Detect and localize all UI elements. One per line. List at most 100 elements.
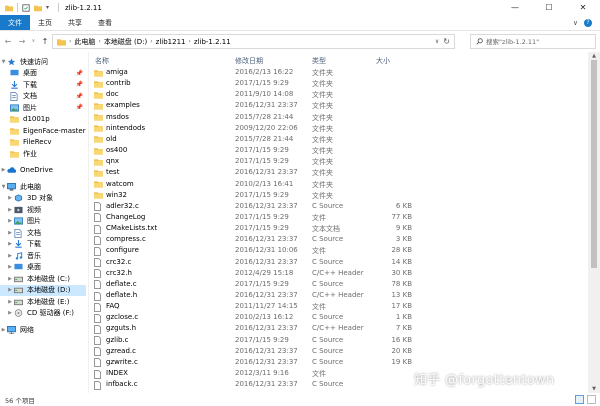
customize-toolbar-icon[interactable]: ▾ [46, 4, 54, 12]
chevron-right-icon[interactable]: ▶ [0, 207, 14, 213]
sidebar-item-pc-7[interactable]: ▶ 本地磁盘 (C:) [0, 273, 86, 285]
sidebar-item-pc-1[interactable]: ▶ 视频 [0, 204, 86, 216]
folder-row[interactable]: old 2015/7/28 21:44 文件夹 [90, 134, 420, 145]
file-row[interactable]: gzguts.h 2016/12/31 23:37 C/C++ Header 7 KB [90, 323, 420, 334]
tab-view[interactable]: 查看 [90, 15, 120, 30]
chevron-right-icon[interactable]: ▶ [0, 310, 14, 316]
sidebar-item-pc-8[interactable]: ▶ 本地磁盘 (D:) [0, 284, 86, 296]
breadcrumb-this-pc[interactable]: 此电脑 [74, 37, 95, 47]
breadcrumb-zlib1211[interactable]: zlib1211 [156, 38, 186, 46]
file-row[interactable]: crc32.h 2012/4/29 15:18 C/C++ Header 30 KB [90, 268, 420, 279]
sidebar-item-pc-4[interactable]: ▶ 下载 [0, 239, 86, 251]
address-dropdown-icon[interactable]: ∨ [435, 38, 439, 45]
folder-row[interactable]: os400 2017/1/15 9:29 文件夹 [90, 145, 420, 156]
sidebar-item-quick-0[interactable]: 桌面 📌 [0, 68, 86, 80]
tab-share[interactable]: 共享 [60, 15, 90, 30]
vertical-scrollbar[interactable]: ▲ ▼ [588, 52, 600, 393]
folder-row[interactable]: test 2016/12/31 23:37 文件夹 [90, 167, 420, 178]
close-button[interactable]: ✕ [566, 0, 600, 15]
sidebar-this-pc[interactable]: ▼ 此电脑 [0, 181, 86, 193]
sidebar-item-pc-6[interactable]: ▶ 桌面 [0, 262, 86, 274]
column-header-name[interactable]: 名称 [95, 56, 109, 66]
chevron-right-icon[interactable]: ▶ [0, 276, 14, 282]
new-folder-icon[interactable] [34, 4, 42, 12]
pin-icon[interactable]: 📌 [76, 104, 83, 111]
up-arrow-icon[interactable]: ↑ [39, 33, 51, 49]
maximize-button[interactable]: ☐ [532, 0, 566, 15]
recent-locations-icon[interactable]: ∨ [30, 33, 37, 49]
scrollbar-thumb[interactable] [591, 60, 597, 268]
chevron-right-icon[interactable]: ▶ [0, 327, 7, 333]
file-row[interactable]: INDEX 2012/3/11 9:16 文件 [90, 368, 420, 379]
forward-arrow-icon[interactable]: → [16, 33, 28, 49]
sidebar-onedrive[interactable]: ▶ OneDrive [0, 165, 86, 177]
search-box[interactable] [470, 34, 596, 49]
column-header-date[interactable]: 修改日期 [235, 56, 263, 66]
folder-row[interactable]: contrib 2017/1/15 9:29 文件夹 [90, 78, 420, 89]
folder-row[interactable]: win32 2017/1/15 9:29 文件夹 [90, 190, 420, 201]
pin-icon[interactable]: 📌 [76, 70, 83, 77]
chevron-right-icon[interactable]: ▶ [0, 253, 14, 259]
sidebar-item-quick-2[interactable]: 文档 📌 [0, 91, 86, 103]
file-row[interactable]: gzwrite.c 2016/12/31 23:37 C Source 19 KB [90, 357, 420, 368]
scroll-up-icon[interactable]: ▲ [588, 52, 600, 60]
chevron-right-icon[interactable]: ▶ [0, 241, 14, 247]
sidebar-item-pc-0[interactable]: ▶ 3D 对象 [0, 193, 86, 205]
sidebar-item-quick-4[interactable]: d1001p [0, 114, 86, 126]
sidebar-item-pc-3[interactable]: ▶ 文档 [0, 227, 86, 239]
properties-icon[interactable] [22, 3, 30, 12]
folder-row[interactable]: amiga 2016/2/13 16:22 文件夹 [90, 67, 420, 78]
file-row[interactable]: deflate.h 2016/12/31 23:37 C/C++ Header 13 … [90, 290, 420, 301]
expand-ribbon-icon[interactable]: ∨ [573, 19, 578, 27]
chevron-right-icon[interactable]: ▶ [0, 299, 14, 305]
pin-icon[interactable]: 📌 [76, 93, 83, 100]
breadcrumb-zlib-1-2-11[interactable]: zlib-1.2.11 [194, 38, 231, 46]
column-header-size[interactable]: 大小 [376, 56, 390, 66]
chevron-right-icon[interactable]: ▶ [0, 264, 14, 270]
help-icon[interactable]: ? [584, 18, 592, 27]
file-row[interactable]: compress.c 2016/12/31 23:37 C Source 3 KB [90, 234, 420, 245]
file-row[interactable]: FAQ 2011/11/27 14:15 文件 17 KB [90, 301, 420, 312]
tab-home[interactable]: 主页 [30, 15, 60, 30]
sidebar-item-pc-10[interactable]: ▶ CD 驱动器 (F:) [0, 308, 86, 320]
minimize-button[interactable]: — [498, 0, 532, 15]
chevron-down-icon[interactable]: ▼ [0, 184, 7, 190]
breadcrumb-drive-d[interactable]: 本地磁盘 (D:) [104, 37, 147, 47]
file-row[interactable]: ChangeLog 2017/1/15 9:29 文件 77 KB [90, 212, 420, 223]
sidebar-item-pc-2[interactable]: ▶ 图片 [0, 216, 86, 228]
sidebar-item-quick-7[interactable]: 作业 [0, 148, 86, 160]
folder-row[interactable]: examples 2016/12/31 23:37 文件夹 [90, 100, 420, 111]
file-row[interactable]: CMakeLists.txt 2017/1/15 9:29 文本文档 9 KB [90, 223, 420, 234]
sidebar-item-quick-1[interactable]: 下载 📌 [0, 79, 86, 91]
large-icons-view-icon[interactable] [587, 395, 596, 404]
pane-divider[interactable] [88, 52, 89, 393]
folder-row[interactable]: nintendods 2009/12/20 22:06 文件夹 [90, 123, 420, 134]
folder-row[interactable]: msdos 2015/7/28 21:44 文件夹 [90, 112, 420, 123]
file-row[interactable]: configure 2016/12/31 10:06 文件 28 KB [90, 245, 420, 256]
sidebar-item-pc-5[interactable]: ▶ 音乐 [0, 250, 86, 262]
tab-file[interactable]: 文件 [0, 15, 30, 30]
address-bar[interactable]: › 此电脑 › 本地磁盘 (D:) › zlib1211 › zlib-1.2.… [52, 34, 455, 49]
back-arrow-icon[interactable]: ← [2, 33, 14, 49]
folder-row[interactable]: doc 2011/9/10 14:08 文件夹 [90, 89, 420, 100]
file-row[interactable]: gzread.c 2016/12/31 23:37 C Source 20 KB [90, 346, 420, 357]
search-input[interactable] [486, 37, 586, 46]
file-row[interactable]: gzlib.c 2017/1/15 9:29 C Source 16 KB [90, 335, 420, 346]
sidebar-item-quick-3[interactable]: 图片 📌 [0, 102, 86, 114]
chevron-down-icon[interactable]: ▼ [0, 59, 7, 65]
folder-row[interactable]: qnx 2017/1/15 9:29 文件夹 [90, 156, 420, 167]
chevron-right-icon[interactable]: ▶ [0, 167, 7, 173]
column-header-type[interactable]: 类型 [312, 56, 326, 66]
file-row[interactable]: gzclose.c 2010/2/13 16:12 C Source 1 KB [90, 312, 420, 323]
sidebar-item-quick-6[interactable]: FileRecv [0, 137, 86, 149]
chevron-right-icon[interactable]: ▶ [0, 218, 14, 224]
file-row[interactable]: deflate.c 2017/1/15 9:29 C Source 78 KB [90, 279, 420, 290]
details-view-icon[interactable] [575, 395, 584, 404]
pin-icon[interactable]: 📌 [76, 81, 83, 88]
file-row[interactable]: adler32.c 2016/12/31 23:37 C Source 6 KB [90, 201, 420, 212]
chevron-right-icon[interactable]: ▶ [0, 195, 14, 201]
sidebar-item-pc-9[interactable]: ▶ 本地磁盘 (E:) [0, 296, 86, 308]
sidebar-item-quick-5[interactable]: EigenFace-master [0, 125, 86, 137]
scroll-down-icon[interactable]: ▼ [588, 385, 600, 393]
sidebar-network[interactable]: ▶ 网络 [0, 324, 86, 336]
